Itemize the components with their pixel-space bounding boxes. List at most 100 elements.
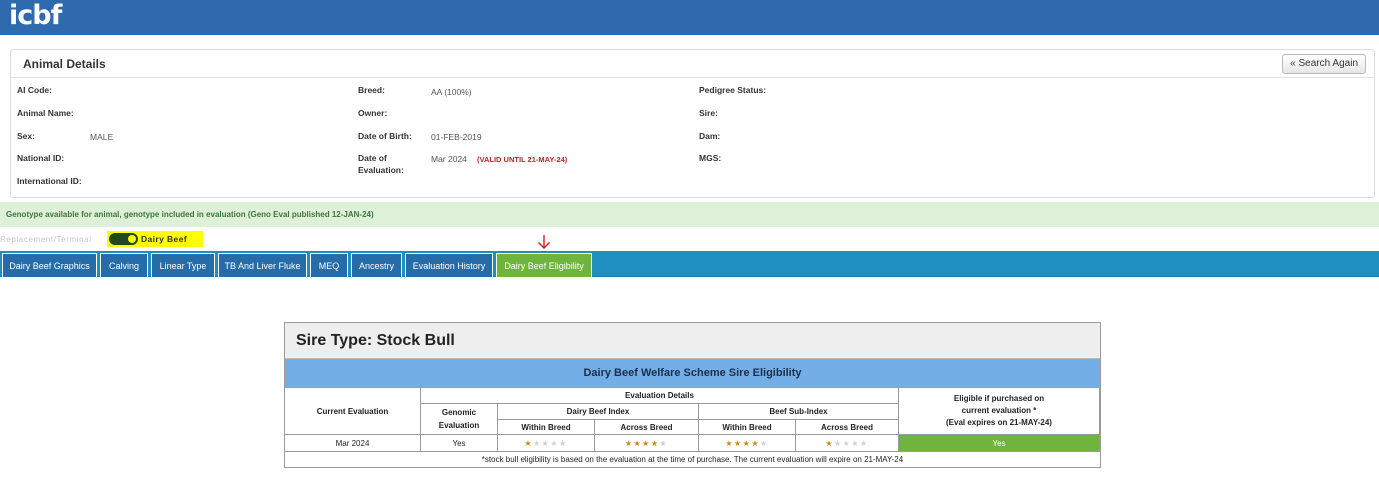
- down-arrow-icon: [538, 235, 550, 249]
- breed-value: AA (100%): [431, 87, 472, 97]
- header-eligible: Eligible if purchased on current evaluat…: [899, 388, 1100, 435]
- star-empty-icon: ★: [833, 438, 843, 448]
- header-dbi-within-breed: Within Breed: [498, 420, 595, 435]
- dbi-across-breed-star-rating: ★★★★★: [625, 439, 668, 448]
- toggle-label-replacement-terminal: Replacement/Terminal: [0, 235, 92, 244]
- tab-calving[interactable]: Calving: [100, 253, 148, 277]
- genotype-notice-text: Genotype available for animal, genotype …: [6, 210, 374, 219]
- header-eligible-line2: current evaluation *: [961, 406, 1037, 415]
- icbf-logo[interactable]: icbf: [9, 2, 62, 30]
- international-id-label: International ID:: [17, 176, 82, 186]
- breed-label: Breed:: [358, 85, 385, 95]
- header-dbi-within-breed-text: Within Breed: [521, 422, 571, 432]
- cell-bsi-across-breed: ★★★★★: [796, 435, 899, 452]
- star-filled-icon: ★: [633, 438, 643, 448]
- header-evaluation-details-text: Evaluation Details: [625, 391, 694, 400]
- cell-genomic: Yes: [421, 435, 498, 452]
- tab-dairy-beef-graphics[interactable]: Dairy Beef Graphics: [2, 253, 97, 277]
- header-bsi-across-breed: Across Breed: [796, 420, 899, 435]
- national-id-label: National ID:: [17, 153, 65, 163]
- header-genomic-line2: Evaluation: [438, 421, 480, 430]
- ai-code-label: AI Code:: [17, 85, 52, 95]
- search-again-button[interactable]: « Search Again: [1282, 54, 1366, 74]
- star-empty-icon: ★: [851, 438, 860, 448]
- header-evaluation-details: Evaluation Details: [421, 388, 899, 404]
- star-filled-icon: ★: [751, 438, 760, 448]
- sex-value: MALE: [90, 132, 114, 142]
- index-type-toggle[interactable]: Replacement/Terminal Dairy Beef: [0, 230, 250, 248]
- dbi-within-breed-star-rating: ★★★★★: [524, 439, 567, 448]
- tab-ancestry[interactable]: Ancestry: [351, 253, 402, 277]
- cell-dbi-within-breed: ★★★★★: [498, 435, 595, 452]
- date-of-evaluation-label-line2: Evaluation:: [358, 165, 404, 175]
- header-current-evaluation: Current Evaluation: [285, 388, 421, 435]
- header-beef-sub-index-text: Beef Sub-Index: [769, 407, 828, 416]
- star-filled-icon: ★: [733, 438, 743, 448]
- cell-genomic-text: Yes: [452, 438, 466, 448]
- animal-details-header: Animal Details « Search Again: [11, 50, 1374, 78]
- star-filled-icon: ★: [725, 438, 734, 448]
- star-empty-icon: ★: [532, 438, 542, 448]
- tab-evaluation-history[interactable]: Evaluation History: [405, 253, 493, 277]
- tab-bar: Dairy Beef Graphics Calving Linear Type …: [0, 251, 1379, 277]
- sire-label: Sire:: [699, 108, 718, 118]
- cell-eligible-text: Yes: [992, 438, 1006, 448]
- toggle-switch[interactable]: [109, 233, 138, 245]
- valid-until-note: (VALID UNTIL 21-MAY-24): [477, 155, 568, 164]
- sex-label: Sex:: [17, 131, 35, 141]
- bsi-across-breed-star-rating: ★★★★★: [825, 439, 868, 448]
- header-dairy-beef-index-text: Dairy Beef Index: [566, 407, 630, 416]
- header-eligible-line3: (Eval expires on 21-MAY-24): [946, 418, 1052, 427]
- top-navbar: icbf: [0, 0, 1379, 35]
- tab-meq[interactable]: MEQ: [310, 253, 348, 277]
- star-empty-icon: ★: [659, 438, 669, 448]
- bsi-within-breed-star-rating: ★★★★★: [725, 439, 768, 448]
- toggle-label-dairy-beef: Dairy Beef: [141, 234, 188, 244]
- header-genomic-evaluation: Genomic Evaluation: [421, 404, 498, 435]
- dam-label: Dam:: [699, 131, 721, 141]
- star-filled-icon: ★: [650, 438, 660, 448]
- header-bsi-within-breed: Within Breed: [699, 420, 796, 435]
- header-dbi-across-breed: Across Breed: [595, 420, 699, 435]
- mgs-label: MGS:: [699, 153, 722, 163]
- genotype-notice: Genotype available for animal, genotype …: [0, 202, 1379, 227]
- star-empty-icon: ★: [550, 438, 559, 448]
- date-of-evaluation-label-line1: Date of: [358, 153, 387, 163]
- animal-details-title: Animal Details: [23, 57, 106, 71]
- header-current-evaluation-text: Current Evaluation: [316, 406, 389, 416]
- tab-tb-and-liver-fluke[interactable]: TB And Liver Fluke: [218, 253, 307, 277]
- header-bsi-within-breed-text: Within Breed: [722, 422, 772, 432]
- star-empty-icon: ★: [860, 438, 869, 448]
- cell-eligible: Yes: [899, 435, 1100, 452]
- header-dairy-beef-index: Dairy Beef Index: [498, 404, 699, 420]
- star-empty-icon: ★: [760, 438, 769, 448]
- dob-label: Date of Birth:: [358, 131, 412, 141]
- star-filled-icon: ★: [642, 438, 651, 448]
- animal-name-label: Animal Name:: [17, 108, 74, 118]
- cell-bsi-within-breed: ★★★★★: [699, 435, 796, 452]
- star-filled-icon: ★: [825, 438, 834, 448]
- sire-type-title: Sire Type: Stock Bull: [296, 332, 455, 349]
- sire-eligibility-panel: Sire Type: Stock Bull Dairy Beef Welfare…: [284, 322, 1101, 468]
- tab-dairy-beef-eligibility[interactable]: Dairy Beef Eligibility: [496, 253, 592, 277]
- dob-value: 01-FEB-2019: [431, 132, 482, 142]
- header-dbi-across-breed-text: Across Breed: [620, 422, 673, 432]
- header-bsi-across-breed-text: Across Breed: [820, 422, 874, 432]
- star-filled-icon: ★: [524, 438, 533, 448]
- cell-dbi-across-breed: ★★★★★: [595, 435, 699, 452]
- scheme-title: Dairy Beef Welfare Scheme Sire Eligibili…: [583, 367, 802, 379]
- toggle-knob: [128, 235, 136, 243]
- header-genomic-line1: Genomic: [441, 408, 477, 417]
- star-empty-icon: ★: [559, 438, 568, 448]
- cell-current-evaluation-text: Mar 2024: [335, 438, 370, 448]
- eligibility-footnote: *stock bull eligibility is based on the …: [481, 455, 904, 464]
- header-eligible-line1: Eligible if purchased on: [953, 394, 1045, 403]
- owner-label: Owner:: [358, 108, 388, 118]
- date-of-evaluation-value: Mar 2024: [431, 154, 467, 164]
- pedigree-status-label: Pedigree Status:: [699, 85, 767, 95]
- tab-linear-type[interactable]: Linear Type: [151, 253, 215, 277]
- animal-details-panel: Animal Details « Search Again AI Code: A…: [10, 49, 1375, 198]
- cell-current-evaluation: Mar 2024: [285, 435, 421, 452]
- sire-type-header: Sire Type: Stock Bull: [285, 323, 1100, 359]
- scheme-title-bar: Dairy Beef Welfare Scheme Sire Eligibili…: [285, 359, 1100, 388]
